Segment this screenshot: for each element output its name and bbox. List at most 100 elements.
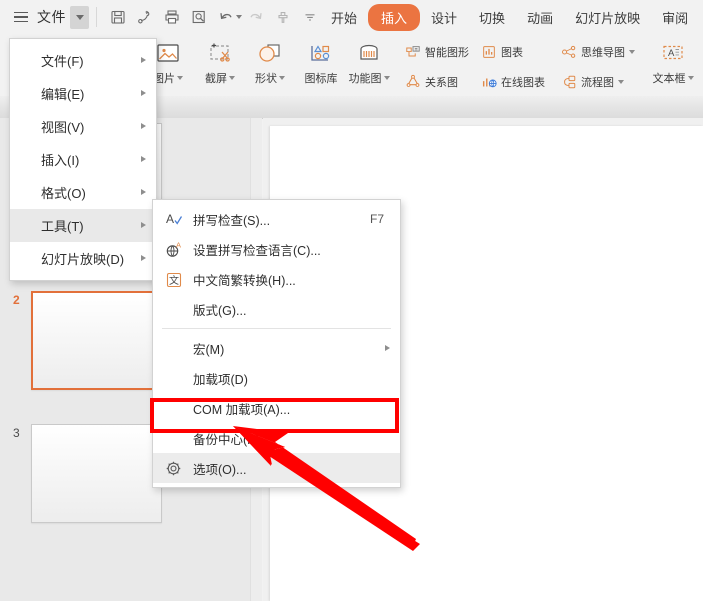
ribbon-label-relation-diagram: 关系图: [425, 77, 458, 89]
icon-library-icon: [307, 36, 335, 67]
online-chart-icon: [482, 78, 497, 88]
submenu-item-label: 备份中心(K)...: [193, 432, 271, 447]
mind-map-icon: [562, 45, 576, 58]
menu-item-format[interactable]: 格式(O): [10, 176, 156, 209]
ribbon-group-screenshot[interactable]: 截屏: [195, 36, 245, 86]
chart-icon: [483, 46, 495, 58]
menu-item-slideshow[interactable]: 幻灯片放映(D): [10, 242, 156, 275]
spell-language-icon: A: [164, 240, 183, 259]
ribbon-label-mind-map: 思维导图: [581, 47, 625, 59]
submenu-item-label: COM 加载项(A)...: [193, 402, 291, 417]
submenu-item-options[interactable]: 选项(O)...: [153, 453, 400, 483]
tab-qiehuan[interactable]: 切换: [468, 4, 516, 31]
tab-donghua[interactable]: 动画: [516, 4, 564, 31]
chevron-down-icon[interactable]: [687, 76, 694, 80]
submenu-item-label: 选项(O)...: [193, 462, 247, 477]
svg-text:A: A: [668, 48, 675, 59]
ribbon-label-chart: 图表: [501, 47, 523, 59]
file-menu-dropdown: 文件(F) 编辑(E) 视图(V) 插入(I) 格式(O) 工具(T) 幻灯片放…: [9, 38, 157, 281]
menu-item-insert[interactable]: 插入(I): [10, 143, 156, 176]
redo-icon[interactable]: [242, 4, 269, 31]
submenu-item-macro[interactable]: 宏(M): [153, 333, 400, 363]
ribbon-label-flowchart: 流程图: [581, 77, 614, 89]
print-icon[interactable]: [158, 4, 185, 31]
file-menu-button[interactable]: 文件: [37, 7, 66, 27]
svg-text:A: A: [176, 241, 181, 250]
submenu-item-layout[interactable]: 版式(G)...: [153, 294, 400, 324]
submenu-item-label: 中文简繁转换(H)...: [193, 273, 296, 288]
ribbon-item-flowchart[interactable]: 流程图: [561, 74, 624, 90]
tools-submenu: A 拼写检查(S)... F7 A 设置拼写检查语言(C)... 文 中文简繁转…: [152, 199, 401, 488]
menu-item-label: 工具(T): [41, 219, 84, 234]
ribbon-item-chart[interactable]: 图表: [481, 44, 523, 60]
submenu-item-chinese-convert[interactable]: 文 中文简繁转换(H)...: [153, 264, 400, 294]
chevron-down-icon[interactable]: [629, 50, 635, 54]
relation-diagram-icon: [406, 74, 420, 87]
file-dropdown-button[interactable]: [70, 5, 89, 29]
ribbon-item-online-chart[interactable]: 在线图表: [481, 74, 545, 90]
chevron-down-icon[interactable]: [383, 76, 390, 80]
ribbon-group-textbox[interactable]: A 文本框: [648, 36, 698, 86]
submenu-item-label: 加载项(D): [193, 372, 248, 387]
submenu-item-label: 宏(M): [193, 342, 225, 357]
slide-thumbnail-image-selected[interactable]: [31, 291, 162, 390]
chevron-down-icon[interactable]: [177, 76, 183, 80]
menu-item-file[interactable]: 文件(F): [10, 44, 156, 77]
submenu-arrow-icon: [141, 123, 146, 129]
submenu-item-backup-center[interactable]: 备份中心(K)...: [153, 423, 400, 453]
chevron-down-icon[interactable]: [618, 80, 624, 84]
submenu-item-spell-check[interactable]: A 拼写检查(S)... F7: [153, 204, 400, 234]
tab-kaishi[interactable]: 开始: [320, 4, 368, 31]
smart-art-icon: [406, 46, 420, 57]
ribbon-item-smartart[interactable]: 智能图形: [405, 44, 469, 60]
hamburger-menu-icon[interactable]: [10, 0, 32, 34]
submenu-item-com-addins[interactable]: COM 加载项(A)...: [153, 393, 400, 423]
print-preview-icon[interactable]: [185, 4, 212, 31]
text-box-icon: A: [659, 36, 687, 67]
top-bar: 文件 开始 插入 设计 切换 动画 幻灯片放映 审阅: [0, 0, 703, 34]
tab-shenyue[interactable]: 审阅: [651, 4, 699, 31]
share-cloud-icon[interactable]: [131, 4, 158, 31]
submenu-arrow-icon: [141, 189, 146, 195]
ribbon-group-shapes[interactable]: 形状: [245, 36, 295, 86]
submenu-item-label: 版式(G)...: [193, 303, 247, 318]
submenu-separator: [162, 328, 391, 329]
quick-access-toolbar: 文件: [0, 0, 323, 34]
function-chart-icon: [355, 36, 383, 67]
tab-charu[interactable]: 插入: [368, 3, 421, 31]
svg-text:文: 文: [169, 274, 179, 287]
ribbon-item-relation-diagram[interactable]: 关系图: [405, 74, 458, 90]
tab-huandengpian-fangying[interactable]: 幻灯片放映: [564, 4, 651, 31]
chevron-down-icon[interactable]: [279, 76, 285, 80]
submenu-arrow-icon: [141, 90, 146, 96]
ribbon-group-icon-library[interactable]: 图标库: [296, 36, 346, 86]
slide-thumbnail-3[interactable]: [31, 424, 162, 523]
chevron-down-icon[interactable]: [229, 76, 235, 80]
flowchart-icon: [564, 75, 576, 89]
chinese-convert-icon: 文: [164, 270, 183, 289]
menu-item-label: 插入(I): [41, 153, 80, 168]
menu-item-label: 格式(O): [41, 186, 86, 201]
slide-number-3: 3: [13, 426, 20, 440]
slide-thumbnail-2[interactable]: [31, 291, 162, 390]
undo-icon[interactable]: [212, 4, 239, 31]
format-painter-icon[interactable]: [269, 4, 296, 31]
ribbon-item-mind-map[interactable]: 思维导图: [561, 44, 635, 60]
slide-thumbnail-image[interactable]: [31, 424, 162, 523]
menu-item-view[interactable]: 视图(V): [10, 110, 156, 143]
toolbar-divider: [96, 7, 97, 27]
customize-toolbar-icon[interactable]: [296, 4, 323, 31]
save-icon[interactable]: [104, 4, 131, 31]
ribbon-label-screenshot: 截屏: [205, 73, 227, 85]
submenu-item-spell-language[interactable]: A 设置拼写检查语言(C)...: [153, 234, 400, 264]
submenu-item-label: 设置拼写检查语言(C)...: [193, 243, 321, 258]
tab-sheji[interactable]: 设计: [420, 4, 468, 31]
submenu-arrow-icon: [141, 222, 146, 228]
submenu-item-addins[interactable]: 加载项(D): [153, 363, 400, 393]
svg-text:A: A: [166, 212, 174, 226]
menu-item-tools[interactable]: 工具(T): [10, 209, 156, 242]
menu-item-edit[interactable]: 编辑(E): [10, 77, 156, 110]
ribbon-label-function-chart: 功能图: [348, 73, 382, 85]
ribbon-group-function-chart[interactable]: 功能图: [344, 36, 394, 86]
submenu-item-label: 拼写检查(S)...: [193, 213, 271, 228]
